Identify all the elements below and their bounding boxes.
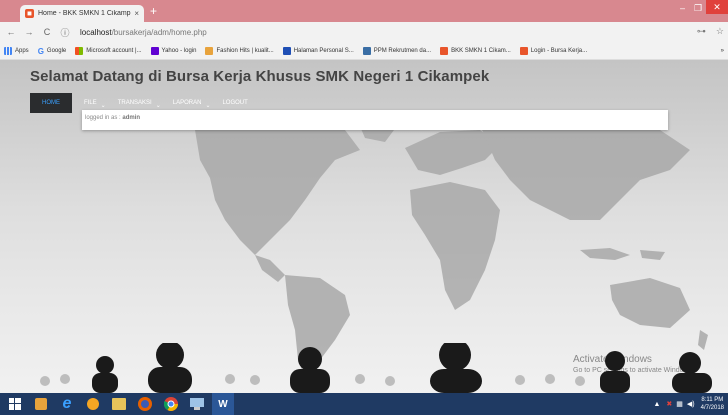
bkk-favicon-icon: ◼ [25,9,34,18]
ppm-icon [362,46,371,55]
back-icon[interactable]: ← [4,27,18,37]
info-icon[interactable]: ⓘ [58,26,72,39]
page-title: Selamat Datang di Bursa Kerja Khusus SMK… [30,68,490,85]
menu-transaksi[interactable]: TRANSAKSI ⌄ [117,100,161,109]
url-path: /bursakerja/adm/home.php [111,27,207,37]
bookmark-ppm[interactable]: PPM Rekrutmen da... [362,46,432,55]
minimize-button[interactable]: – [680,3,685,13]
crowd-silhouette-image [40,343,712,393]
bookmarks-more-icon[interactable]: » [721,48,724,54]
bookmark-yahoo[interactable]: Yahoo - login [150,46,197,55]
bookmark-label: Apps [15,47,29,54]
chevron-down-icon: ⌄ [100,102,106,109]
microsoft-icon [75,46,84,55]
network-icon[interactable]: ▦ [676,400,683,408]
bookmark-bkk[interactable]: BKK SMKN 1 Cikam... [440,46,511,55]
chrome-icon[interactable] [160,393,182,415]
login-username: admin [122,115,141,121]
system-tray: ▲ ✖ ▦ ◀) 8:11 PM 4/7/2018 [653,393,728,415]
tray-alert-icon[interactable]: ✖ [666,400,672,408]
browser-tab[interactable]: ◼ Home - BKK SMKN 1 Cikampek × [20,5,144,22]
bookmark-label: Yahoo - login [161,47,197,54]
key-icon[interactable]: ⊶ [697,26,706,37]
bkk-icon [440,46,449,55]
bookmark-fashion-hits[interactable]: Fashion Hits | kualit... [205,46,274,55]
menu-transaksi-label: TRANSAKSI [117,100,152,106]
app-icon[interactable] [30,393,52,415]
yahoo-icon [150,46,159,55]
fashion-hits-icon [205,46,214,55]
address-bar: ← → C ⓘ localhost/bursakerja/adm/home.ph… [0,22,728,42]
star-icon[interactable]: ☆ [716,26,724,37]
login-status-bar: logged in as : admin [82,110,668,130]
bookmark-login-bursa[interactable]: Login - Bursa Kerja... [519,46,588,55]
apps-grid-icon [4,46,12,55]
firefox-icon[interactable] [134,393,156,415]
close-tab-icon[interactable]: × [134,9,139,18]
url-field[interactable]: localhost/bursakerja/adm/home.php [80,28,207,37]
chevron-down-icon: ⌄ [205,102,211,109]
network-app-icon[interactable] [186,393,208,415]
menu-laporan[interactable]: LAPORAN ⌄ [172,100,211,109]
file-explorer-icon[interactable] [108,393,130,415]
google-icon: G [37,46,44,56]
tray-arrow-icon[interactable]: ▲ [653,401,660,408]
clock[interactable]: 8:11 PM 4/7/2018 [701,396,724,412]
chevron-down-icon: ⌄ [155,102,161,109]
bookmark-halaman-personal[interactable]: Halaman Personal S... [282,46,354,55]
volume-icon[interactable]: ◀) [687,400,695,408]
halaman-icon [282,46,291,55]
bookmark-label: Login - Bursa Kerja... [530,47,588,54]
bookmarks-bar: Apps G Google Microsoft account |... Yaho… [0,42,728,60]
clock-date: 4/7/2018 [700,405,724,411]
bookmark-label: BKK SMKN 1 Cikam... [451,47,511,54]
bookmark-label: Halaman Personal S... [293,47,354,54]
reload-icon[interactable]: C [40,27,54,37]
login-prefix: logged in as : [85,115,123,121]
bookmark-label: Microsoft account |... [86,47,142,54]
clock-time: 8:11 PM [701,397,724,403]
login-bursa-icon [519,46,528,55]
new-tab-button[interactable]: + [150,4,157,18]
bookmark-microsoft[interactable]: Microsoft account |... [75,46,142,55]
forward-icon[interactable]: → [22,27,36,37]
windows-start-icon[interactable] [4,393,26,415]
bookmark-label: PPM Rekrutmen da... [373,47,432,54]
menu-file[interactable]: FILE ⌄ [84,100,106,109]
windows-taskbar: e W ▲ ✖ ▦ ◀) 8:11 PM 4/7/2018 [0,393,728,415]
tab-title: Home - BKK SMKN 1 Cikampek [38,10,132,17]
bookmark-google[interactable]: G Google [37,46,67,56]
bookmark-apps[interactable]: Apps [4,46,29,55]
bookmark-label: Google [46,47,67,54]
browser-titlebar: ◼ Home - BKK SMKN 1 Cikampek × + – ❐ ✕ [0,0,728,22]
menu-laporan-label: LAPORAN [172,100,202,106]
internet-explorer-icon[interactable]: e [56,393,78,415]
close-window-button[interactable]: ✕ [706,0,728,14]
menu-file-label: FILE [84,100,97,106]
menu-home[interactable]: HOME [30,93,72,113]
app-orange-icon[interactable] [82,393,104,415]
web-page: Selamat Datang di Bursa Kerja Khusus SMK… [0,60,728,393]
word-icon[interactable]: W [212,393,234,415]
bookmark-label: Fashion Hits | kualit... [216,47,274,54]
menu-logout[interactable]: LOGOUT [222,100,247,106]
maximize-button[interactable]: ❐ [694,3,702,14]
url-host: localhost [80,27,112,37]
